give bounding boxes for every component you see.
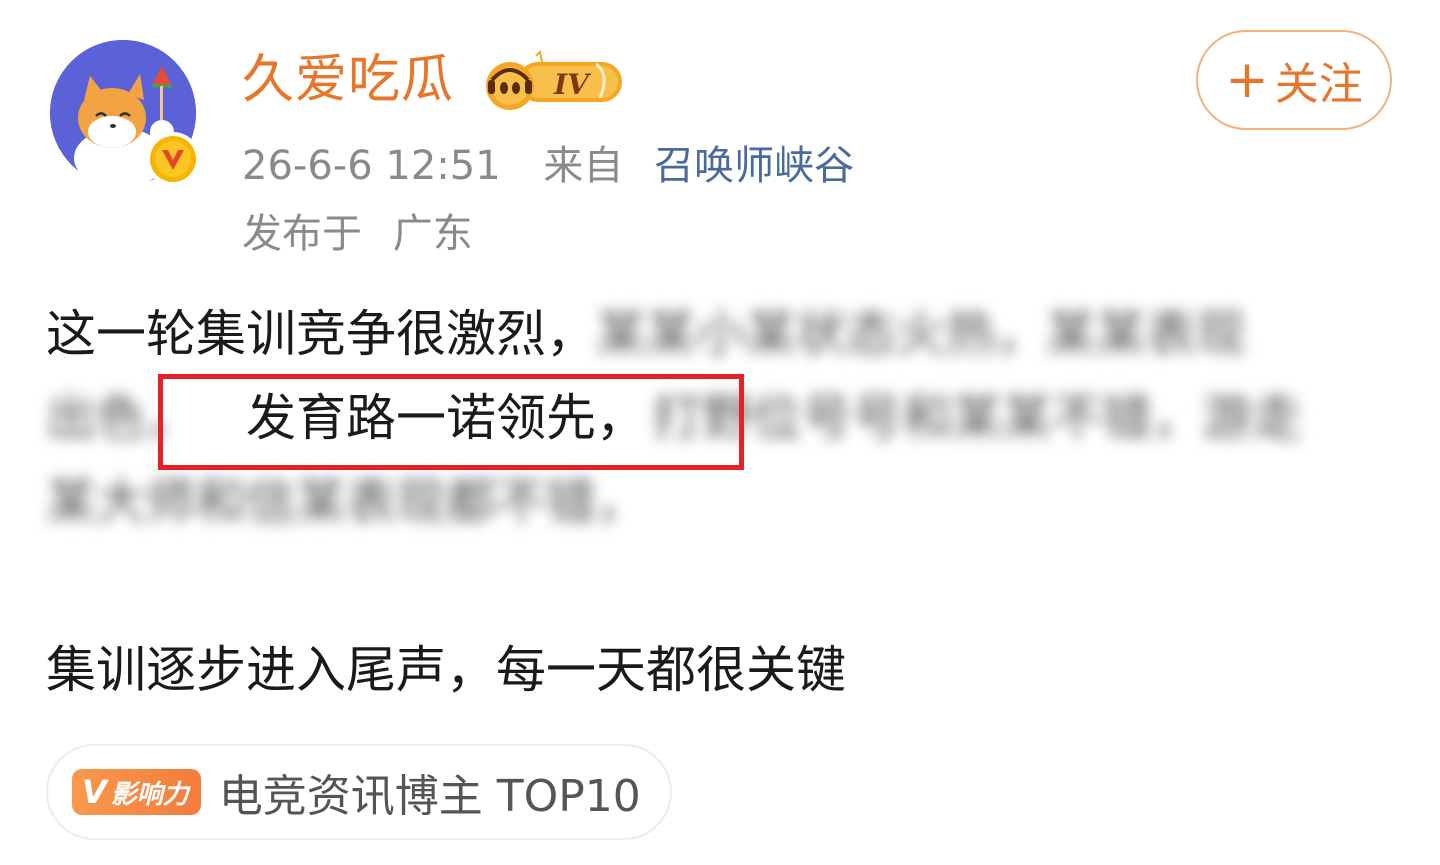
verified-badge [146,132,200,186]
post-meta: 26-6-6 12:51 来自 召唤师峡谷 [242,140,854,192]
orange-v-verified-icon [150,136,196,182]
level-text: IV [553,68,592,101]
location-value: 广东 [392,211,473,257]
source-prefix: 来自 [543,143,624,189]
post-line-1: 这一轮集训竞争很激烈，某某小某状态火热，某某表现 [46,302,1246,366]
influence-tag[interactable]: V 影响力 电竞资讯博主 TOP10 [46,744,672,840]
follow-button[interactable]: + 关注 [1196,30,1392,130]
post-line-1-visible: 这一轮集训竞争很激烈， [46,305,596,363]
source-link[interactable]: 召唤师峡谷 [654,143,854,189]
blurred-text: 某大师和信某表现都不错， [46,473,646,531]
influence-text: 电竞资讯博主 TOP10 [218,771,641,822]
blurred-text: 某某小某状态火热，某某表现 [596,305,1246,363]
post-line-4: 集训逐步进入尾声，每一天都很关键 [46,641,846,699]
plus-icon: + [1225,50,1269,110]
blurred-text: 打野位号号和某某不错，游走 [652,389,1302,447]
post-time: 26-6-6 12:51 [242,143,501,189]
username[interactable]: 久爱吃瓜 [242,48,454,112]
post-line-2: 出色， 发育路一诺领先， 打野位号号和某某不错，游走 [46,386,1302,450]
post-line-3: 某大师和信某表现都不错， [46,470,646,534]
influence-badge: V 影响力 [72,769,201,815]
music-level-badge-icon: IV [486,49,622,110]
post-location: 发布于 广东 [242,208,473,260]
follow-label: 关注 [1274,59,1363,110]
highlighted-text: 发育路一诺领先， [246,389,646,447]
level-badge[interactable]: IV [478,49,628,112]
location-prefix: 发布于 [242,211,362,257]
influence-badge-label: 影响力 [110,779,189,810]
v-influence-icon: V [82,773,107,811]
blurred-text: 出色， [46,389,196,447]
